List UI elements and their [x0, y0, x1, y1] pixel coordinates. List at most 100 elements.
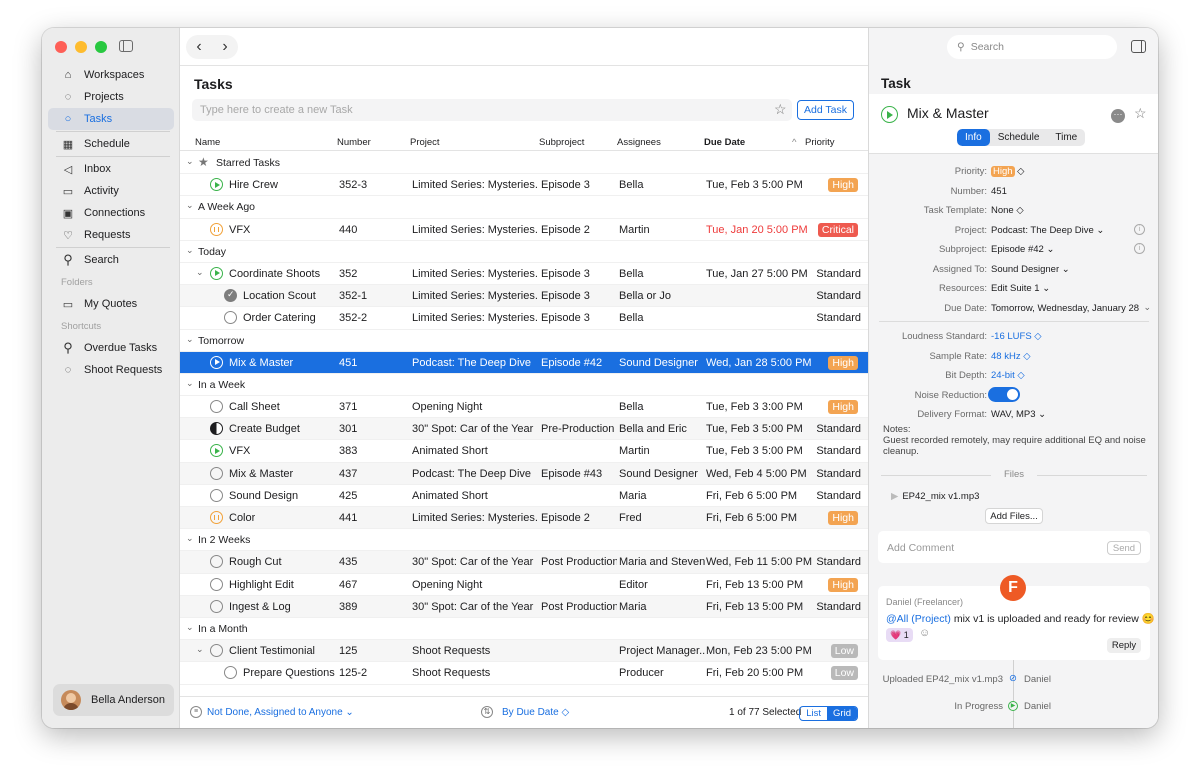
- table-row[interactable]: Color 441 Limited Series: Mysteries... Epis…: [180, 507, 868, 530]
- chevron-down-icon[interactable]: ⌄: [186, 378, 194, 389]
- open-status-icon[interactable]: [210, 400, 223, 414]
- property-value[interactable]: 451: [991, 186, 1007, 197]
- chevron-down-icon[interactable]: ⌄: [186, 622, 194, 633]
- filter-dropdown[interactable]: Not Done, Assigned to Anyone ⌄: [207, 707, 354, 718]
- sidebar-item-projects[interactable]: ◌ Projects: [48, 86, 174, 108]
- play-status-icon[interactable]: [210, 266, 223, 280]
- table-row[interactable]: VFX 383 Animated Short Martin Tue, Feb 3 5:0…: [180, 440, 868, 463]
- folder-my-quotes[interactable]: ▭ My Quotes: [48, 293, 174, 315]
- task-title[interactable]: Mix & Master: [907, 105, 989, 121]
- reply-button[interactable]: Reply: [1107, 638, 1141, 653]
- play-status-icon[interactable]: [210, 178, 223, 192]
- property-value[interactable]: Sound Designer ⌄: [991, 264, 1070, 275]
- inspector-toggle-icon[interactable]: [1131, 40, 1146, 53]
- property-value[interactable]: Tomorrow, Wednesday, January 28: [991, 303, 1139, 314]
- chevron-down-icon[interactable]: ⌄: [196, 267, 204, 278]
- table-row[interactable]: Sound Design 425 Animated Short Maria Fri, F…: [180, 485, 868, 507]
- chevron-down-icon[interactable]: ⌄: [186, 334, 194, 345]
- back-chevron-icon[interactable]: ‹: [196, 38, 201, 56]
- open-status-icon[interactable]: [210, 577, 223, 591]
- tab-schedule[interactable]: Schedule: [990, 129, 1048, 146]
- reaction-badge[interactable]: 💗 1: [886, 628, 913, 642]
- sidebar-item-activity[interactable]: ▭ Activity: [48, 180, 174, 202]
- shortcut-overdue-tasks[interactable]: ⚲ Overdue Tasks: [48, 337, 174, 359]
- sidebar-item-tasks[interactable]: ○ Tasks: [48, 108, 174, 130]
- forward-chevron-icon[interactable]: ›: [222, 38, 227, 56]
- table-row[interactable]: ⌄ Coordinate Shoots 352 Limited Series: Mys…: [180, 263, 868, 286]
- more-options-icon[interactable]: ···: [1111, 109, 1125, 123]
- notes[interactable]: Notes: Guest recorded remotely, may requ…: [883, 424, 1148, 457]
- group-header[interactable]: ⌄ In a Month: [180, 618, 868, 641]
- open-status-icon[interactable]: [224, 311, 237, 325]
- open-status-icon[interactable]: [210, 644, 223, 658]
- col-project[interactable]: Project: [410, 137, 440, 148]
- comment-input[interactable]: Add Comment Send: [878, 531, 1150, 563]
- sidebar-item-inbox[interactable]: ◁ Inbox: [48, 158, 174, 180]
- col-assignees[interactable]: Assignees: [617, 137, 661, 148]
- half-status-icon[interactable]: [210, 422, 223, 436]
- add-files-button[interactable]: Add Files...: [985, 508, 1043, 524]
- table-row[interactable]: Hire Crew 352-3 Limited Series: Mysteries.…: [180, 174, 868, 197]
- close-window-button[interactable]: [55, 41, 67, 53]
- new-task-input[interactable]: Type here to create a new Task: [192, 99, 792, 121]
- table-row[interactable]: Mix & Master 451 Podcast: The Deep Dive Epi…: [180, 351, 868, 374]
- property-value[interactable]: WAV, MP3 ⌄: [991, 409, 1046, 420]
- col-due-date[interactable]: Due Date: [704, 137, 745, 148]
- info-icon[interactable]: i: [1134, 223, 1145, 235]
- user-profile-button[interactable]: Bella Anderson: [53, 684, 174, 716]
- sidebar-toggle-icon[interactable]: [119, 40, 133, 52]
- list-view-button[interactable]: List: [800, 707, 827, 720]
- property-value[interactable]: Edit Suite 1 ⌄: [991, 283, 1050, 294]
- shortcut-shoot-requests[interactable]: ◌ Shoot Requests: [48, 359, 174, 381]
- table-row[interactable]: Location Scout 352-1 Limited Series: Myste…: [180, 285, 868, 308]
- sidebar-item-requests[interactable]: ♡ Requests: [48, 224, 174, 246]
- group-header[interactable]: ⌄ In 2 Weeks: [180, 529, 868, 552]
- sidebar-item-workspaces[interactable]: ⌂ Workspaces: [48, 64, 174, 86]
- property-value[interactable]: None ◇: [991, 205, 1024, 216]
- pause-status-icon[interactable]: [210, 511, 223, 524]
- col-subproject[interactable]: Subproject: [539, 137, 584, 148]
- noise-reduction-toggle[interactable]: [988, 386, 1020, 402]
- sidebar-item-connections[interactable]: ▣ Connections: [48, 202, 174, 224]
- open-status-icon[interactable]: [210, 488, 223, 502]
- sort-dropdown[interactable]: By Due Date ◇: [502, 707, 569, 718]
- done-status-icon[interactable]: [224, 289, 237, 303]
- table-row[interactable]: Highlight Edit 467 Opening Night Editor Fri,…: [180, 574, 868, 596]
- sidebar-item-search[interactable]: ⚲ Search: [48, 249, 174, 271]
- table-row[interactable]: VFX 440 Limited Series: Mysteries... Episod…: [180, 219, 868, 241]
- group-header[interactable]: ⌄ Tomorrow: [180, 330, 868, 352]
- chevron-down-icon[interactable]: ⌄: [196, 644, 204, 655]
- col-number[interactable]: Number: [337, 137, 371, 148]
- file-item[interactable]: ▶ EP42_mix v1.mp3: [891, 491, 979, 502]
- info-icon[interactable]: i: [1134, 243, 1145, 254]
- group-header[interactable]: ⌄ ★ Starred Tasks: [180, 152, 868, 175]
- star-icon[interactable]: ☆: [1134, 105, 1147, 122]
- group-header[interactable]: ⌄ Today: [180, 241, 868, 263]
- table-row[interactable]: Ingest & Log 389 30" Spot: Car of the Year…: [180, 595, 868, 618]
- search-input[interactable]: ⚲ Search: [947, 35, 1117, 59]
- chevron-down-icon[interactable]: ⌄: [186, 245, 194, 256]
- star-icon[interactable]: ☆: [774, 101, 787, 118]
- play-status-icon[interactable]: [881, 106, 898, 123]
- chevron-down-icon[interactable]: ⌄: [186, 200, 194, 211]
- add-reaction-icon[interactable]: ☺: [919, 627, 930, 639]
- open-status-icon[interactable]: [210, 555, 223, 569]
- zoom-window-button[interactable]: [95, 41, 107, 53]
- open-status-icon[interactable]: [210, 599, 223, 613]
- chevron-down-icon[interactable]: ⌄: [186, 156, 194, 167]
- group-header[interactable]: ⌄ A Week Ago: [180, 196, 868, 219]
- chevron-down-icon[interactable]: ⌄: [1143, 302, 1151, 313]
- group-header[interactable]: ⌄ In a Week: [180, 374, 868, 397]
- pause-status-icon[interactable]: [210, 222, 223, 236]
- add-task-button[interactable]: Add Task: [797, 100, 854, 120]
- minimize-window-button[interactable]: [75, 41, 87, 53]
- col-name[interactable]: Name: [195, 137, 220, 148]
- table-row[interactable]: Create Budget 301 30" Spot: Car of the Yea…: [180, 418, 868, 441]
- sidebar-item-schedule[interactable]: ▦ Schedule: [48, 133, 174, 155]
- table-row[interactable]: Order Catering 352-2 Limited Series: Myste…: [180, 307, 868, 330]
- table-row[interactable]: Prepare Questions 125-2 Shoot Requests Prod…: [180, 662, 868, 685]
- priority-dropdown[interactable]: High ◇: [991, 166, 1025, 177]
- grid-view-button[interactable]: Grid: [827, 707, 857, 720]
- tab-info[interactable]: Info: [957, 129, 990, 146]
- table-row[interactable]: Mix & Master 437 Podcast: The Deep Dive Epi…: [180, 462, 868, 485]
